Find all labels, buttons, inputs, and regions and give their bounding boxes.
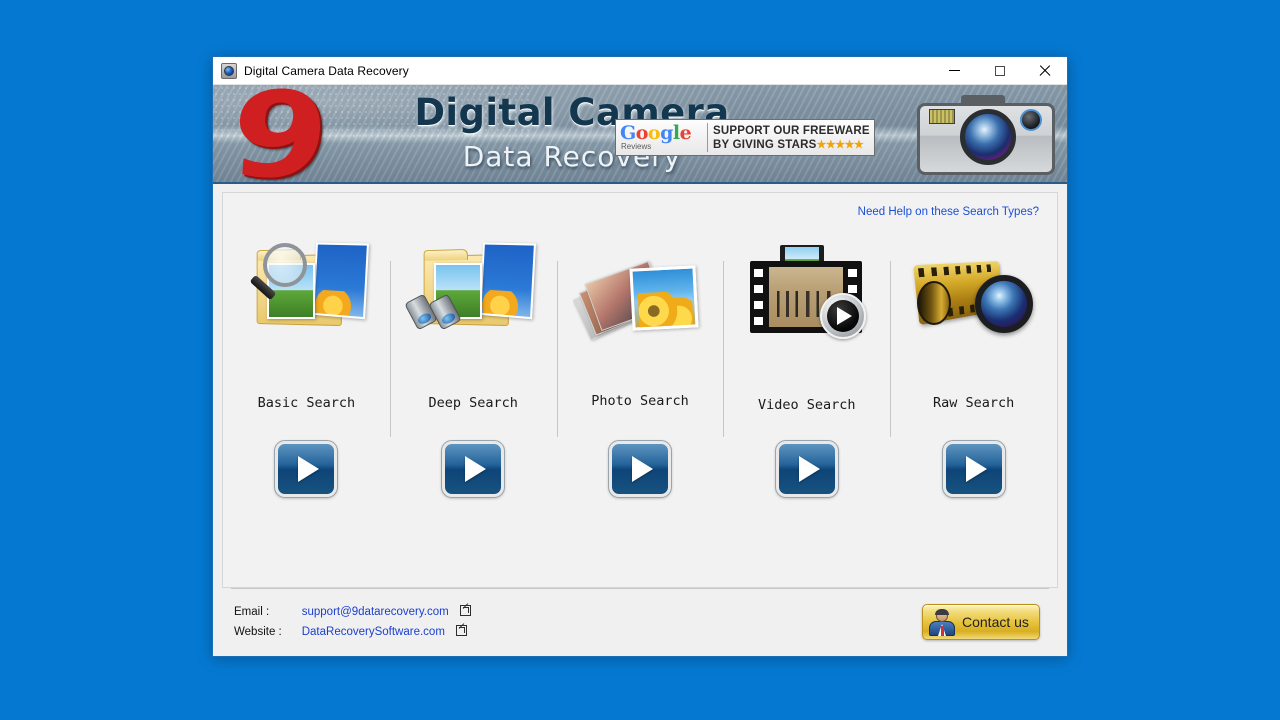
photo-stack-icon bbox=[572, 241, 705, 351]
google-letter-o1: o bbox=[635, 122, 649, 144]
search-types-row: Basic Search Deep Search Photo Search Vi… bbox=[223, 235, 1057, 498]
email-label: Email : bbox=[234, 606, 270, 618]
search-option-photo: Photo Search bbox=[556, 235, 724, 498]
play-overlay-icon bbox=[819, 293, 866, 339]
search-option-video: Video Search bbox=[723, 235, 890, 498]
external-link-icon[interactable] bbox=[456, 625, 468, 636]
badge-message-line-2: BY GIVING STARS★★★★★ bbox=[713, 138, 864, 151]
person-icon bbox=[928, 608, 956, 636]
film-play-icon bbox=[742, 241, 872, 351]
start-photo-search-button[interactable] bbox=[607, 440, 672, 498]
start-raw-search-button[interactable] bbox=[941, 440, 1006, 498]
help-link[interactable]: Need Help on these Search Types? bbox=[858, 206, 1039, 218]
main-content: Need Help on these Search Types? Basic S… bbox=[213, 184, 1067, 656]
camera-sensor-icon bbox=[1020, 109, 1042, 131]
camera-icon bbox=[221, 62, 237, 79]
minimize-button[interactable] bbox=[932, 57, 977, 85]
folder-binoculars-icon bbox=[404, 241, 538, 351]
badge-message-line-1: SUPPORT OUR FREEWARE bbox=[713, 124, 870, 137]
search-option-label-photo: Photo Search bbox=[591, 393, 689, 409]
folder-magnifier-icon bbox=[241, 241, 371, 351]
window-controls bbox=[932, 57, 1067, 85]
badge-divider bbox=[707, 123, 708, 152]
search-option-basic: Basic Search bbox=[223, 235, 390, 498]
contact-us-label: Contact us bbox=[962, 614, 1029, 630]
search-option-label-deep: Deep Search bbox=[428, 395, 518, 411]
desktop-background: Digital Camera Data Recovery 9 Digital C… bbox=[0, 0, 1280, 720]
website-row: Website : DataRecoverySoftware.com bbox=[234, 623, 471, 641]
camera-illustration-icon bbox=[917, 95, 1055, 175]
google-letter-l: l bbox=[672, 122, 680, 144]
logo-9-icon: 9 bbox=[225, 85, 335, 184]
footer-bar: Email : support@9datarecovery.com Websit… bbox=[222, 588, 1058, 656]
start-video-search-button[interactable] bbox=[774, 440, 839, 498]
google-letter-o2: o bbox=[647, 122, 661, 144]
start-deep-search-button[interactable] bbox=[441, 440, 506, 498]
google-letter-g2: g bbox=[660, 122, 673, 144]
search-types-panel: Need Help on these Search Types? Basic S… bbox=[222, 192, 1058, 588]
google-letter-g1: G bbox=[620, 122, 636, 144]
email-value-cell: support@9datarecovery.com bbox=[302, 603, 471, 621]
close-button[interactable] bbox=[1022, 57, 1067, 85]
external-link-icon[interactable] bbox=[459, 605, 471, 616]
camera-lens-icon bbox=[960, 109, 1016, 165]
title-bar: Digital Camera Data Recovery bbox=[213, 57, 1067, 85]
contact-info: Email : support@9datarecovery.com Websit… bbox=[232, 601, 473, 643]
website-value-cell: DataRecoverySoftware.com bbox=[302, 623, 471, 641]
film-reel-lens-icon bbox=[909, 241, 1039, 351]
start-basic-search-button[interactable] bbox=[274, 440, 339, 498]
google-letter-e: e bbox=[679, 122, 692, 144]
maximize-button[interactable] bbox=[977, 57, 1022, 85]
search-option-label-basic: Basic Search bbox=[257, 395, 356, 411]
contact-us-button[interactable]: Contact us bbox=[922, 604, 1040, 640]
search-option-label-raw: Raw Search bbox=[932, 395, 1015, 411]
badge-message: SUPPORT OUR FREEWARE BY GIVING STARS★★★★… bbox=[713, 124, 870, 152]
application-window: Digital Camera Data Recovery 9 Digital C… bbox=[212, 56, 1068, 657]
search-option-deep: Deep Search bbox=[389, 235, 557, 498]
search-option-raw: Raw Search bbox=[890, 235, 1057, 498]
app-banner: 9 Digital Camera Data Recovery Google Re… bbox=[213, 85, 1067, 184]
google-logo: Google Reviews bbox=[616, 122, 702, 152]
website-link[interactable]: DataRecoverySoftware.com bbox=[302, 626, 445, 638]
website-label: Website : bbox=[234, 626, 282, 638]
email-link[interactable]: support@9datarecovery.com bbox=[302, 606, 449, 618]
window-title: Digital Camera Data Recovery bbox=[244, 63, 409, 78]
star-rating-icon: ★★★★★ bbox=[816, 138, 864, 151]
camera-flash-icon bbox=[929, 109, 955, 124]
email-row: Email : support@9datarecovery.com bbox=[234, 603, 471, 621]
search-option-label-video: Video Search bbox=[758, 397, 856, 413]
google-reviews-badge[interactable]: Google Reviews SUPPORT OUR FREEWARE BY G… bbox=[615, 119, 875, 156]
